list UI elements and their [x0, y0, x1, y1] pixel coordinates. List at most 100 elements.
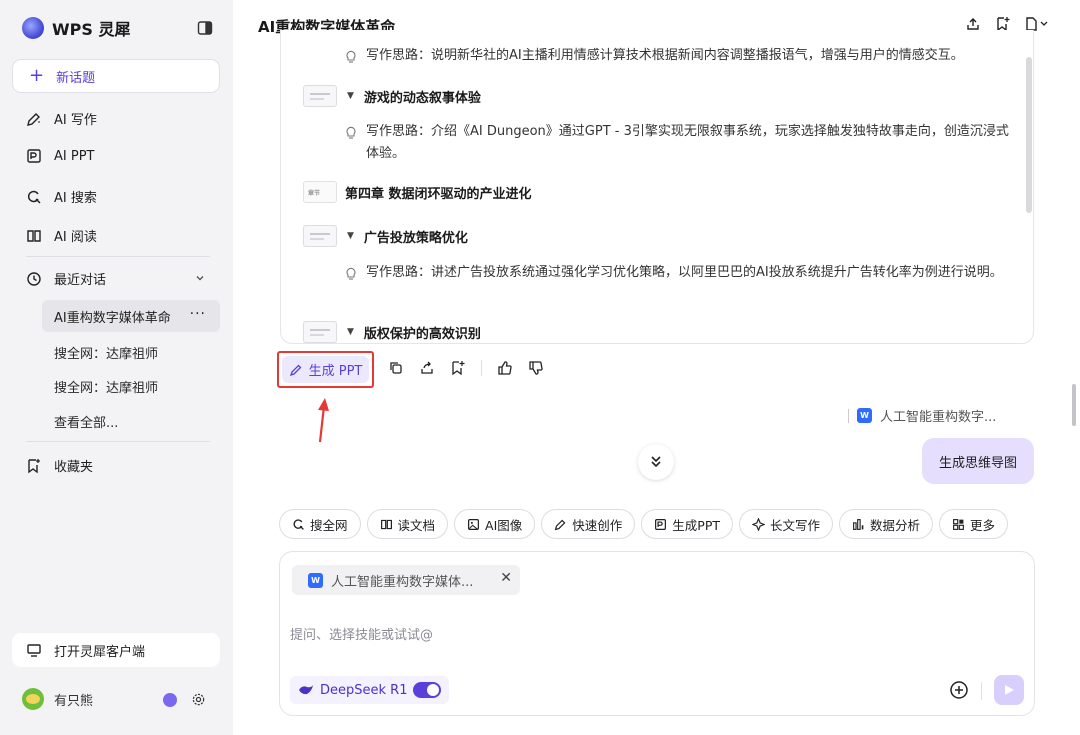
double-chevron-down-icon: [651, 456, 661, 468]
recent-item[interactable]: 搜全网：达摩祖师: [54, 377, 158, 396]
chip-label: 快速创作: [572, 517, 623, 533]
message-actions: [388, 360, 544, 376]
thought-text: 写作思路：介绍《AI Dungeon》通过GPT - 3引擎实现无限叙事系统，玩…: [366, 124, 1009, 161]
action-separator: [481, 360, 482, 376]
writing-thought: 写作思路：说明新华社的AI主播利用情感计算技术根据新闻内容调整播报语气，增强与用…: [344, 45, 1014, 67]
open-client-button[interactable]: 打开灵犀客户端: [12, 633, 220, 667]
generate-ppt-label: 生成 PPT: [308, 364, 363, 379]
wps-lingxi-logo-icon: [22, 17, 44, 39]
bookmark-add-icon[interactable]: [450, 360, 466, 376]
skill-more[interactable]: 更多: [939, 509, 1009, 539]
app-logo[interactable]: WPS 灵犀: [22, 16, 130, 40]
nav-favorites[interactable]: 收藏夹: [26, 456, 93, 475]
more-options-icon[interactable]: ···: [190, 306, 206, 322]
copy-icon[interactable]: [388, 360, 404, 376]
attached-document[interactable]: W 人工智能重构数字媒体... ✕: [292, 565, 520, 595]
new-topic-label: 新话题: [56, 70, 96, 86]
lightbulb-icon: [346, 126, 356, 139]
skill-quick-create[interactable]: 快速创作: [541, 509, 636, 539]
thumbs-up-icon[interactable]: [497, 360, 513, 376]
generate-mindmap-button[interactable]: 生成思维导图: [922, 438, 1034, 484]
nav-ai-writing[interactable]: AI 写作: [26, 109, 97, 128]
nav-label: AI PPT: [54, 148, 95, 164]
outline-scrollbar[interactable]: [1026, 57, 1032, 213]
chat-composer: W 人工智能重构数字媒体... ✕ 提问、选择技能或试试@ DeepSeek R…: [279, 551, 1035, 716]
page-scrollbar[interactable]: [1072, 384, 1076, 426]
chip-label: AI图像: [485, 517, 523, 533]
book-icon: [380, 519, 392, 529]
new-topic-button[interactable]: + 新话题: [12, 59, 220, 93]
section-title: 广告投放策略优化: [363, 230, 468, 246]
scroll-to-bottom-button[interactable]: [638, 444, 674, 480]
sidebar: WPS 灵犀 + 新话题 AI 写作 AI PPT AI 搜索 AI 阅读 最近…: [0, 0, 233, 735]
outline-chapter[interactable]: 章节 第四章 数据闭环驱动的产业进化: [303, 181, 532, 203]
chip-label: 读文档: [397, 517, 436, 533]
outline-section[interactable]: ▼ 广告投放策略优化: [303, 225, 468, 247]
caret-down-icon[interactable]: ▼: [347, 231, 354, 241]
favorites-label: 收藏夹: [54, 460, 94, 475]
composer-divider: [981, 682, 982, 700]
user-icons: [163, 692, 206, 707]
lightbulb-icon: [346, 267, 356, 280]
recent-item[interactable]: 搜全网：达摩祖师: [54, 343, 158, 362]
nav-ai-reading[interactable]: AI 阅读: [26, 226, 97, 245]
share-icon[interactable]: [419, 360, 435, 376]
nav-ai-search[interactable]: AI 搜索: [26, 187, 97, 206]
plus-icon: +: [29, 65, 45, 86]
view-all-link[interactable]: 查看全部...: [54, 412, 118, 431]
message-input[interactable]: 提问、选择技能或试试@: [290, 624, 433, 643]
pen-sparkle-icon: [27, 112, 40, 126]
slide-thumbnail: [303, 225, 337, 247]
outline-section[interactable]: ▼ 游戏的动态叙事体验: [303, 85, 481, 107]
generate-ppt-button[interactable]: 生成 PPT: [282, 356, 369, 383]
search-icon: [27, 190, 41, 204]
send-button[interactable]: [994, 675, 1024, 705]
referenced-document[interactable]: W 人工智能重构数字...: [848, 406, 996, 425]
chapter-thumbnail: 章节: [303, 181, 337, 203]
bookmark-icon: [28, 458, 40, 473]
skill-ai-image[interactable]: AI图像: [454, 509, 536, 539]
skill-search-web[interactable]: 搜全网: [279, 509, 361, 539]
pen-sparkle-icon: [555, 519, 566, 530]
book-icon: [27, 229, 41, 242]
outline-section[interactable]: ▼ 版权保护的高效识别: [303, 321, 481, 343]
word-doc-icon: W: [857, 408, 872, 423]
ref-divider: [848, 408, 849, 423]
pencil-icon: [289, 364, 302, 376]
red-arrow-annotation: [318, 398, 329, 443]
deepseek-model-toggle[interactable]: DeepSeek R1: [290, 676, 450, 704]
chip-label: 生成PPT: [672, 517, 721, 533]
chart-icon: [853, 518, 864, 530]
recent-chats-header[interactable]: 最近对话: [26, 269, 206, 288]
caret-down-icon[interactable]: ▼: [347, 327, 354, 337]
sidebar-toggle-icon[interactable]: [197, 20, 213, 36]
nav-ai-ppt[interactable]: AI PPT: [26, 148, 94, 164]
gear-icon[interactable]: [191, 692, 206, 707]
section-title: 游戏的动态叙事体验: [363, 90, 481, 106]
thought-text: 写作思路：说明新华社的AI主播利用情感计算技术根据新闻内容调整播报语气，增强与用…: [366, 48, 964, 63]
image-icon: [468, 518, 480, 530]
skill-long-writing[interactable]: 长文写作: [739, 509, 834, 539]
avatar: [22, 688, 44, 710]
section-title: 版权保护的高效识别: [363, 326, 481, 342]
word-doc-icon: W: [308, 572, 323, 588]
deepseek-whale-icon: [299, 685, 313, 695]
chapter-title: 第四章 数据闭环驱动的产业进化: [345, 186, 532, 202]
sidebar-divider: [26, 256, 210, 257]
recent-item-active[interactable]: AI重构数字媒体革命 ···: [42, 300, 220, 332]
add-circle-icon[interactable]: [949, 680, 969, 700]
caret-down-icon[interactable]: ▼: [347, 91, 354, 101]
model-name: DeepSeek R1: [320, 682, 408, 698]
chevron-down-icon: [196, 276, 204, 281]
recent-item-label: AI重构数字媒体革命: [54, 310, 171, 326]
user-profile[interactable]: 有只熊: [22, 688, 93, 710]
skill-data-analysis[interactable]: 数据分析: [839, 509, 934, 539]
search-icon: [293, 518, 304, 530]
thumbs-down-icon[interactable]: [528, 360, 544, 376]
skill-generate-ppt[interactable]: 生成PPT: [641, 509, 734, 539]
link-icon[interactable]: [163, 692, 177, 707]
chip-label: 更多: [970, 517, 996, 533]
model-toggle-switch[interactable]: [413, 682, 442, 698]
remove-attachment-icon[interactable]: ✕: [500, 570, 512, 586]
skill-read-doc[interactable]: 读文档: [366, 509, 449, 539]
